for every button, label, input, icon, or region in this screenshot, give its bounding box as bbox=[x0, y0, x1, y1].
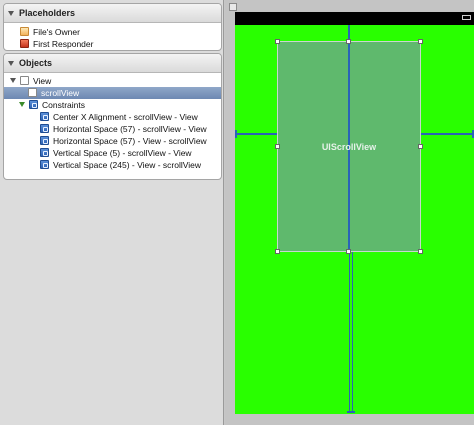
constraint-icon bbox=[40, 112, 49, 121]
placeholders-header[interactable]: Placeholders bbox=[4, 4, 221, 23]
outline-item-constraints[interactable]: Constraints bbox=[4, 99, 221, 111]
outline-item-files-owner[interactable]: File's Owner bbox=[4, 26, 221, 38]
constraint-icon bbox=[40, 124, 49, 133]
resize-handle-right[interactable] bbox=[418, 144, 423, 149]
constraint-icon bbox=[40, 160, 49, 169]
objects-section: Objects View scrollView Constraints Cent… bbox=[3, 53, 222, 180]
root-view[interactable]: UIScrollView bbox=[235, 25, 474, 414]
constraint-label: Vertical Space (245) - View - scrollView bbox=[53, 160, 202, 170]
constraints-label: Constraints bbox=[42, 100, 85, 110]
resize-handle-bottom-left[interactable] bbox=[275, 249, 280, 254]
constraint-line-bottom[interactable] bbox=[349, 252, 353, 413]
view-icon bbox=[20, 76, 29, 85]
constraint-cap-left bbox=[235, 130, 237, 138]
constraint-item[interactable]: Center X Alignment - scrollView - View bbox=[4, 111, 221, 123]
objects-title: Objects bbox=[19, 58, 53, 68]
placeholders-section: Placeholders File's Owner First Responde… bbox=[3, 3, 222, 51]
objects-header[interactable]: Objects bbox=[4, 54, 221, 73]
scrollview-label: scrollView bbox=[41, 88, 80, 98]
constraint-icon bbox=[40, 136, 49, 145]
files-owner-label: File's Owner bbox=[33, 27, 80, 37]
view-disclosure-icon[interactable] bbox=[10, 78, 16, 83]
constraint-cap-bottom bbox=[347, 411, 355, 413]
interface-canvas[interactable]: UIScrollView bbox=[225, 0, 474, 425]
first-responder-icon bbox=[20, 39, 29, 48]
placeholders-disclosure-icon[interactable] bbox=[8, 10, 14, 16]
constraint-label: Horizontal Space (57) - scrollView - Vie… bbox=[53, 124, 207, 134]
constraint-item[interactable]: Vertical Space (245) - View - scrollView bbox=[4, 159, 221, 171]
objects-disclosure-icon[interactable] bbox=[8, 60, 14, 66]
resize-handle-top-left[interactable] bbox=[275, 39, 280, 44]
files-owner-icon bbox=[20, 27, 29, 36]
document-outline: Placeholders File's Owner First Responde… bbox=[0, 0, 224, 425]
constraints-icon bbox=[29, 100, 38, 109]
constraint-item[interactable]: Horizontal Space (57) - scrollView - Vie… bbox=[4, 123, 221, 135]
view-label: View bbox=[33, 76, 52, 86]
constraint-label: Center X Alignment - scrollView - View bbox=[53, 112, 198, 122]
resize-handle-top[interactable] bbox=[346, 39, 351, 44]
outline-item-first-responder[interactable]: First Responder bbox=[4, 38, 221, 50]
constraint-label: Horizontal Space (57) - View - scrollVie… bbox=[53, 136, 207, 146]
status-bar bbox=[235, 12, 474, 25]
scroll-view[interactable]: UIScrollView bbox=[277, 41, 421, 252]
constraint-line-left[interactable] bbox=[235, 133, 277, 135]
scroll-view-label: UIScrollView bbox=[321, 142, 377, 152]
outline-item-scrollview[interactable]: scrollView bbox=[4, 87, 221, 99]
constraint-item[interactable]: Horizontal Space (57) - View - scrollVie… bbox=[4, 135, 221, 147]
close-icon[interactable] bbox=[229, 3, 237, 11]
battery-icon bbox=[462, 15, 471, 20]
resize-handle-bottom-right[interactable] bbox=[418, 249, 423, 254]
constraint-line-right[interactable] bbox=[421, 133, 474, 135]
device-frame: UIScrollView bbox=[235, 12, 474, 414]
constraint-label: Vertical Space (5) - scrollView - View bbox=[53, 148, 192, 158]
placeholders-title: Placeholders bbox=[19, 8, 76, 18]
constraint-item[interactable]: Vertical Space (5) - scrollView - View bbox=[4, 147, 221, 159]
outline-item-view[interactable]: View bbox=[4, 75, 221, 87]
scrollview-icon bbox=[28, 88, 37, 97]
resize-handle-top-right[interactable] bbox=[418, 39, 423, 44]
resize-handle-left[interactable] bbox=[275, 144, 280, 149]
resize-handle-bottom[interactable] bbox=[346, 249, 351, 254]
first-responder-label: First Responder bbox=[33, 39, 94, 49]
constraints-disclosure-icon[interactable] bbox=[19, 102, 25, 107]
constraint-icon bbox=[40, 148, 49, 157]
